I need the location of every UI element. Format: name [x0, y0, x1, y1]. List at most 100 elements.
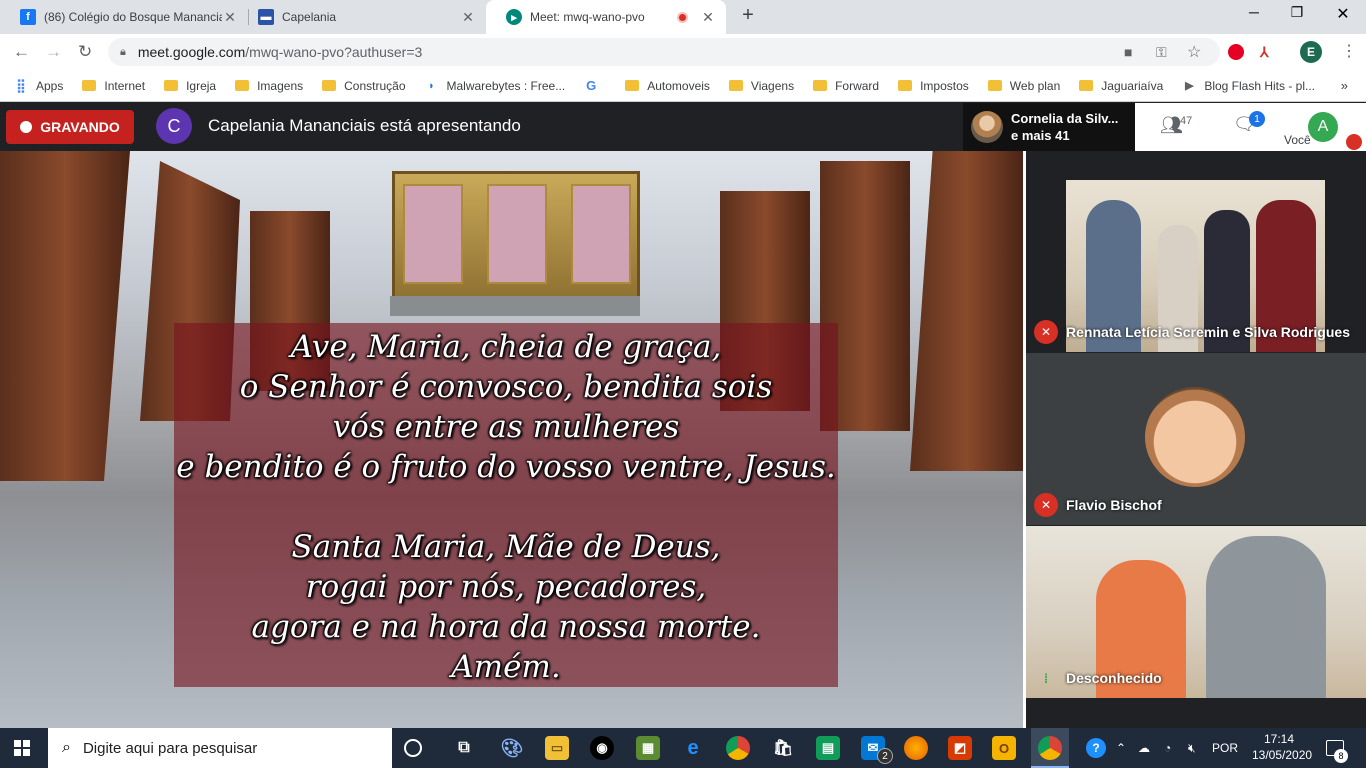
key-icon[interactable]: ⚿: [1156, 44, 1167, 61]
record-dot-icon: [20, 121, 33, 133]
altar: [392, 171, 640, 311]
bookmark-jaguariaiva[interactable]: Jaguariaíva: [1079, 79, 1163, 93]
chevron-up-icon[interactable]: ⌃: [1116, 741, 1126, 755]
participant-name: Flavio Bischof: [1066, 497, 1162, 513]
close-window-button[interactable]: ✕: [1323, 4, 1363, 24]
minimize-button[interactable]: ─: [1234, 4, 1274, 20]
onedrive-icon[interactable]: ☁: [1138, 741, 1150, 755]
new-tab-button[interactable]: +: [738, 4, 758, 27]
attendee-photo: [971, 111, 1003, 143]
mic-off-icon: [1346, 134, 1362, 150]
search-icon: ⌕: [62, 739, 71, 756]
language-indicator[interactable]: POR: [1212, 741, 1238, 755]
participant-tile[interactable]: ⁞ Desconhecido: [1026, 526, 1366, 698]
attendees-summary[interactable]: Cornelia da Silv... e mais 41: [963, 103, 1135, 151]
bookmark-internet[interactable]: Internet: [82, 79, 145, 93]
tab-facebook[interactable]: f (86) Colégio do Bosque Mananciais ✕: [0, 0, 248, 34]
windows-start-icon[interactable]: [14, 740, 30, 756]
chrome-icon[interactable]: [726, 736, 750, 760]
bookmark-viagens[interactable]: Viagens: [728, 79, 794, 93]
clock-time: 17:14: [1263, 732, 1295, 746]
wifi-icon[interactable]: ◔: [1164, 741, 1171, 755]
bookmark-imagens[interactable]: Imagens: [235, 79, 303, 93]
cortana-icon[interactable]: [404, 739, 422, 757]
lyric-line: vós entre as mulheres: [332, 409, 680, 445]
self-avatar[interactable]: A: [1308, 112, 1338, 142]
tab-capelania[interactable]: ▬ Capelania ✕: [238, 0, 486, 34]
mic-off-icon: ✕: [1034, 493, 1058, 517]
restore-button[interactable]: ❐: [1277, 4, 1317, 21]
bookmark-igreja[interactable]: Igreja: [164, 79, 216, 93]
bookmarks-more-icon[interactable]: »: [1341, 78, 1348, 93]
file-explorer-icon[interactable]: ▭: [545, 736, 569, 760]
bookmark-google[interactable]: G: [584, 78, 606, 93]
folder-icon: [235, 80, 250, 91]
sheets-icon[interactable]: ▤: [816, 736, 840, 760]
pew-shape: [910, 151, 1023, 471]
participant-avatar-photo: [1145, 387, 1245, 487]
tab-close-icon[interactable]: ✕: [222, 9, 238, 26]
tab-close-icon[interactable]: ✕: [700, 9, 716, 26]
profile-avatar[interactable]: E: [1300, 41, 1322, 63]
office-icon[interactable]: ◩: [948, 736, 972, 760]
browser-toolbar: ← → ↻ 🔒︎ meet.google.com/mwq-wano-pvo?au…: [0, 34, 1366, 70]
presenter-avatar: C: [156, 108, 192, 144]
chrome-icon[interactable]: [1038, 736, 1062, 760]
forward-icon[interactable]: →: [45, 42, 62, 62]
mic-off-icon: ✕: [1034, 320, 1058, 344]
menu-icon[interactable]: ⋮: [1341, 41, 1357, 61]
paint-icon[interactable]: 🎨︎: [500, 736, 524, 760]
google-icon: G: [586, 78, 597, 93]
recording-indicator-icon: [677, 11, 688, 23]
task-view-icon[interactable]: ⧉: [452, 736, 476, 760]
bookmark-automoveis[interactable]: Automoveis: [625, 79, 710, 93]
bookmark-forward[interactable]: Forward: [813, 79, 879, 93]
acrobat-icon[interactable]: ⅄: [1260, 44, 1269, 61]
attendee-name: Cornelia da Silv...: [1011, 111, 1119, 126]
minecraft-icon[interactable]: ▦: [636, 736, 660, 760]
lyric-line: Ave, Maria, cheia de graça,: [290, 329, 722, 365]
participant-name: Rennata Letícia Scremin e Silva Rodrigue…: [1066, 324, 1350, 340]
bookmark-webplan[interactable]: Web plan: [987, 79, 1060, 93]
bookmark-blog-flash-hits[interactable]: ▶ Blog Flash Hits - pl...: [1182, 79, 1315, 93]
store-icon[interactable]: 🛍︎: [771, 736, 795, 760]
lyric-line: o Senhor é convosco, bendita sois: [239, 369, 773, 405]
bookmark-malwarebytes[interactable]: ◗ Malwarebytes : Free...: [425, 79, 565, 93]
firefox-icon[interactable]: [904, 736, 928, 760]
pinterest-icon[interactable]: [1228, 44, 1244, 60]
camera-icon[interactable]: ■: [1124, 44, 1132, 60]
folder-icon: [164, 80, 179, 91]
address-bar[interactable]: 🔒︎ meet.google.com/mwq-wano-pvo?authuser…: [108, 38, 1220, 66]
facebook-icon: f: [20, 9, 36, 25]
tab-close-icon[interactable]: ✕: [460, 9, 476, 26]
taskbar-search[interactable]: ⌕ Digite aqui para pesquisar: [48, 728, 392, 768]
participant-name: Desconhecido: [1066, 670, 1162, 686]
star-icon[interactable]: ☆: [1187, 42, 1201, 62]
edge-icon[interactable]: e: [681, 736, 705, 760]
attendee-more: e mais 41: [1011, 128, 1070, 143]
help-icon[interactable]: ?: [1086, 738, 1106, 758]
folder-icon: [322, 80, 337, 91]
system-clock[interactable]: 17:14 13/05/2020: [1252, 731, 1312, 763]
tab-meet[interactable]: ▸ Meet: mwq-wano-pvo ✕: [486, 0, 726, 34]
folder-icon: [898, 80, 913, 91]
bookmark-impostos[interactable]: Impostos: [898, 79, 969, 93]
webcam-app-icon[interactable]: ◉: [590, 736, 614, 760]
outlook-icon[interactable]: O: [992, 736, 1016, 760]
folder-icon: [1079, 80, 1094, 91]
volume-muted-icon[interactable]: 🔇︎: [1188, 741, 1196, 756]
bookmark-apps[interactable]: ⣿ Apps: [14, 78, 63, 93]
mic-active-icon: ⁞: [1043, 670, 1049, 686]
page-icon: ▬: [258, 9, 274, 25]
back-icon[interactable]: ←: [13, 42, 30, 62]
lyric-line: e bendito é o fruto do vosso ventre, Jes…: [176, 449, 836, 485]
participant-tile[interactable]: ✕ Flavio Bischof: [1026, 353, 1366, 525]
participant-tile[interactable]: ✕ Rennata Letícia Scremin e Silva Rodrig…: [1026, 180, 1366, 352]
lock-icon: 🔒︎: [120, 45, 126, 58]
folder-icon: [625, 80, 640, 91]
self-label: Você: [1284, 133, 1311, 147]
reload-icon[interactable]: ↻: [78, 42, 92, 62]
url-host: meet.google.com: [137, 44, 246, 60]
bookmark-construcao[interactable]: Construção: [322, 79, 406, 93]
altar-table: [390, 296, 640, 316]
